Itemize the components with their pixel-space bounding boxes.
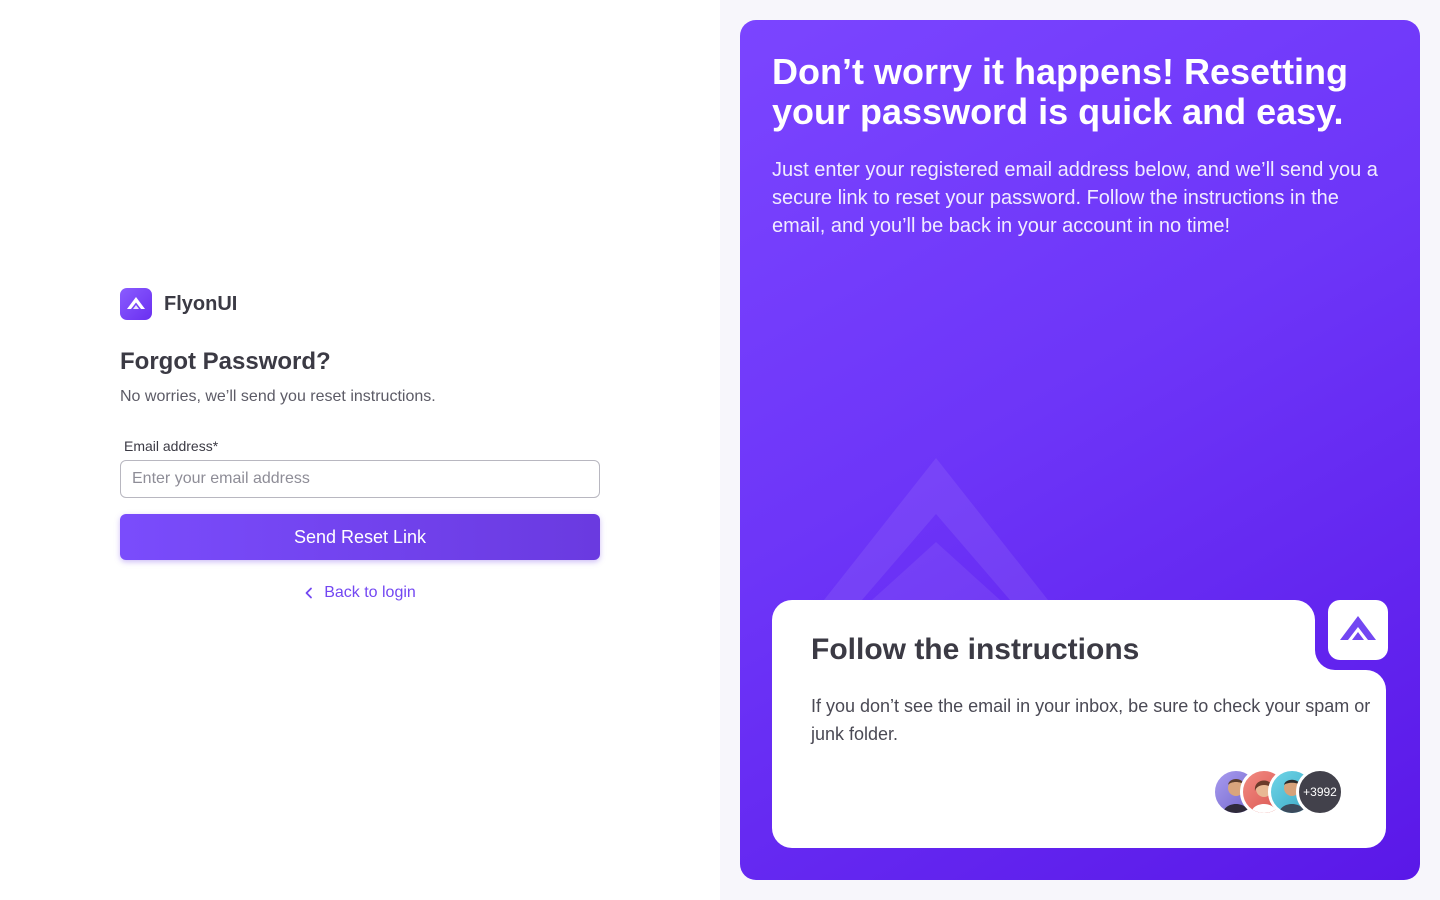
card-title: Follow the instructions xyxy=(811,633,1140,666)
chevron-left-icon xyxy=(304,587,314,599)
brand: FlyonUI xyxy=(120,288,600,320)
email-label: Email address* xyxy=(124,438,219,454)
hero-description: Just enter your registered email address… xyxy=(772,159,1378,237)
login-panel: FlyonUI Forgot Password? No worries, we’… xyxy=(0,0,720,900)
card-corner-logo xyxy=(1328,600,1388,660)
avatar-group: +3992 xyxy=(1212,768,1344,816)
avatar-more-count: +3992 xyxy=(1296,768,1344,816)
back-to-login-link[interactable]: Back to login xyxy=(120,584,600,602)
email-field[interactable] xyxy=(120,460,600,498)
brand-name: FlyonUI xyxy=(164,292,238,315)
flyonui-logo-icon xyxy=(120,288,152,320)
card-text: If you don’t see the email in your inbox… xyxy=(811,696,1371,744)
flyonui-logo-icon xyxy=(1340,616,1376,640)
reset-form: FlyonUI Forgot Password? No worries, we’… xyxy=(120,288,600,602)
back-to-login-label: Back to login xyxy=(324,584,416,601)
hero-title: Don’t worry it happens! Resetting your p… xyxy=(772,51,1349,132)
watermark-logo-icon xyxy=(824,458,1048,600)
page-subtitle: No worries, we’ll send you reset instruc… xyxy=(120,388,436,405)
page-title: Forgot Password? xyxy=(120,348,331,375)
hero-panel: Don’t worry it happens! Resetting your p… xyxy=(740,20,1420,880)
send-reset-link-button[interactable]: Send Reset Link xyxy=(120,514,600,560)
